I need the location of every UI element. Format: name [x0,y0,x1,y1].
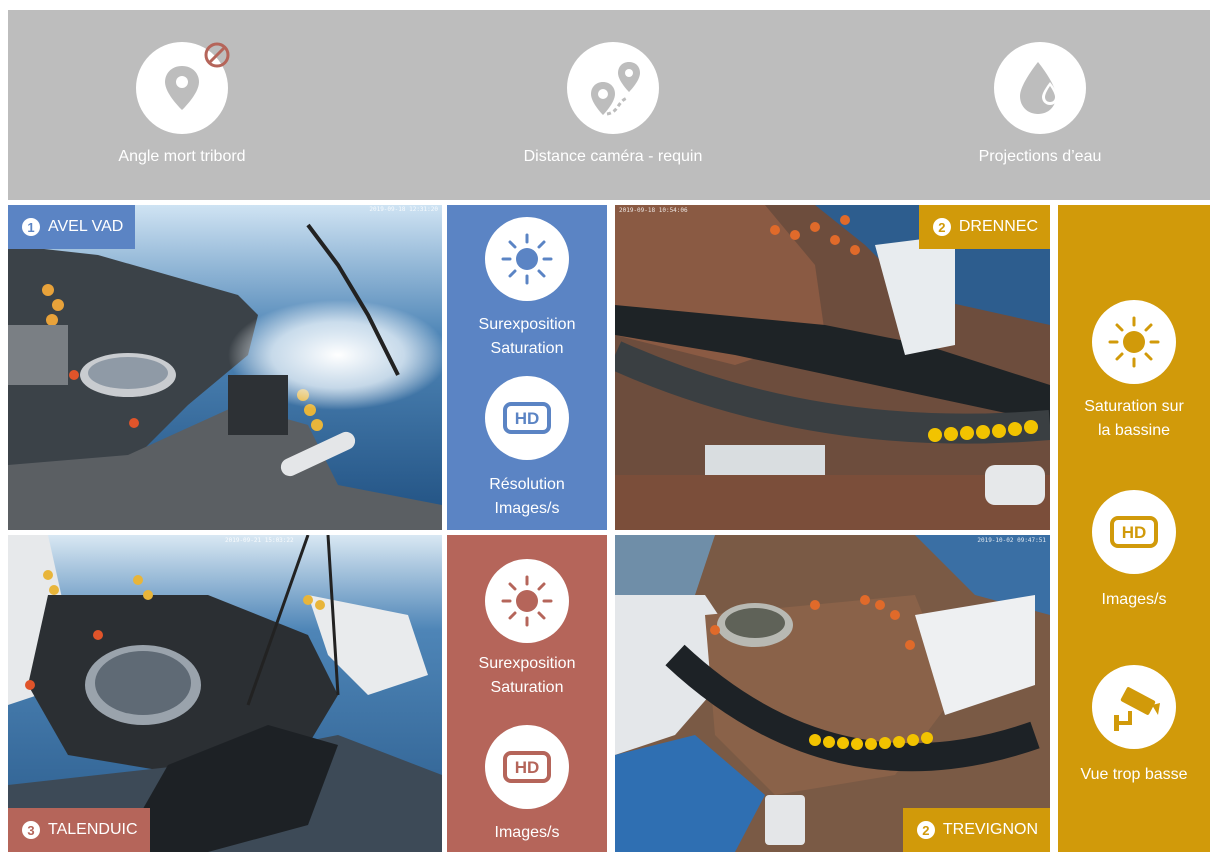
banner-label-water: Projections d’eau [978,148,1102,165]
banner-label-blind-spot: Angle mort tribord [118,148,246,165]
location-pin-blocked-icon [136,42,230,134]
issue-label-exposure: Surexposition Saturation [478,316,576,357]
svg-text:HD: HD [515,409,540,428]
svg-text:HD: HD [1122,523,1147,542]
issues-column-avel-vad: Surexposition Saturation HD Résolution I… [447,205,607,530]
camera-timestamp: 2019-09-18 10:54:06 [619,207,688,214]
sun-icon [1092,300,1176,384]
issues-column-talenduic: Surexposition Saturation HD Images/s [447,535,607,852]
route-distance-icon [567,42,659,134]
issue-label-framerate: Images/s [1101,591,1167,608]
issue-label-low-view: Vue trop basse [1080,766,1188,783]
top-banner: Angle mort tribord Distance caméra - req… [8,10,1210,200]
sun-icon [485,217,569,301]
hd-icon: HD [1092,490,1176,574]
banner-item-water: Projections d’eau [890,42,1190,166]
issues-column-drennec-trevignon: Saturation sur la bassine HD Images/s Vu… [1058,205,1210,852]
issue-label-basin-saturation: Saturation sur la bassine [1084,398,1184,439]
camera-view-trevignon: 2019-10-02 09:47:51 2 TREVIGNON [615,535,1050,852]
security-camera-icon [1092,665,1176,749]
camera-view-talenduic: 2019-09-21 15:03:22 3 TALENDUIC [8,535,442,852]
hd-icon: HD [485,725,569,809]
camera-tag-talenduic: 3 TALENDUIC [8,808,150,852]
camera-number-badge: 3 [22,821,40,839]
camera-tag-drennec: 2 DRENNEC [918,205,1050,249]
water-drop-icon [994,42,1086,134]
camera-view-drennec: 2019-09-18 10:54:06 2 DRENNEC [615,205,1050,530]
camera-name: TREVIGNON [942,821,1038,838]
banner-item-distance: Distance caméra - requin [463,42,763,166]
camera-view-avel-vad: 2019-09-18 12:31:20 1 AVEL VAD [8,205,442,530]
camera-number-badge: 2 [932,218,951,236]
camera-name: DRENNEC [958,218,1038,235]
camera-timestamp: 2019-09-21 15:03:22 [225,537,294,544]
issue-label-framerate: Images/s [494,824,560,841]
camera-timestamp: 2019-09-18 12:31:20 [369,206,438,213]
issue-label-exposure: Surexposition Saturation [478,655,576,696]
svg-text:HD: HD [515,758,540,777]
camera-number-badge: 1 [22,218,40,236]
camera-tag-trevignon: 2 TREVIGNON [902,808,1050,852]
camera-name: TALENDUIC [48,821,138,838]
banner-item-blind-spot: Angle mort tribord [32,42,332,166]
banner-label-distance: Distance caméra - requin [523,148,703,165]
issue-label-resolution: Résolution Images/s [489,476,565,517]
camera-tag-avel-vad: 1 AVEL VAD [8,205,136,249]
camera-timestamp: 2019-10-02 09:47:51 [977,537,1046,544]
camera-number-badge: 2 [916,821,935,839]
camera-name: AVEL VAD [48,218,124,235]
hd-icon: HD [485,376,569,460]
sun-icon [485,559,569,643]
